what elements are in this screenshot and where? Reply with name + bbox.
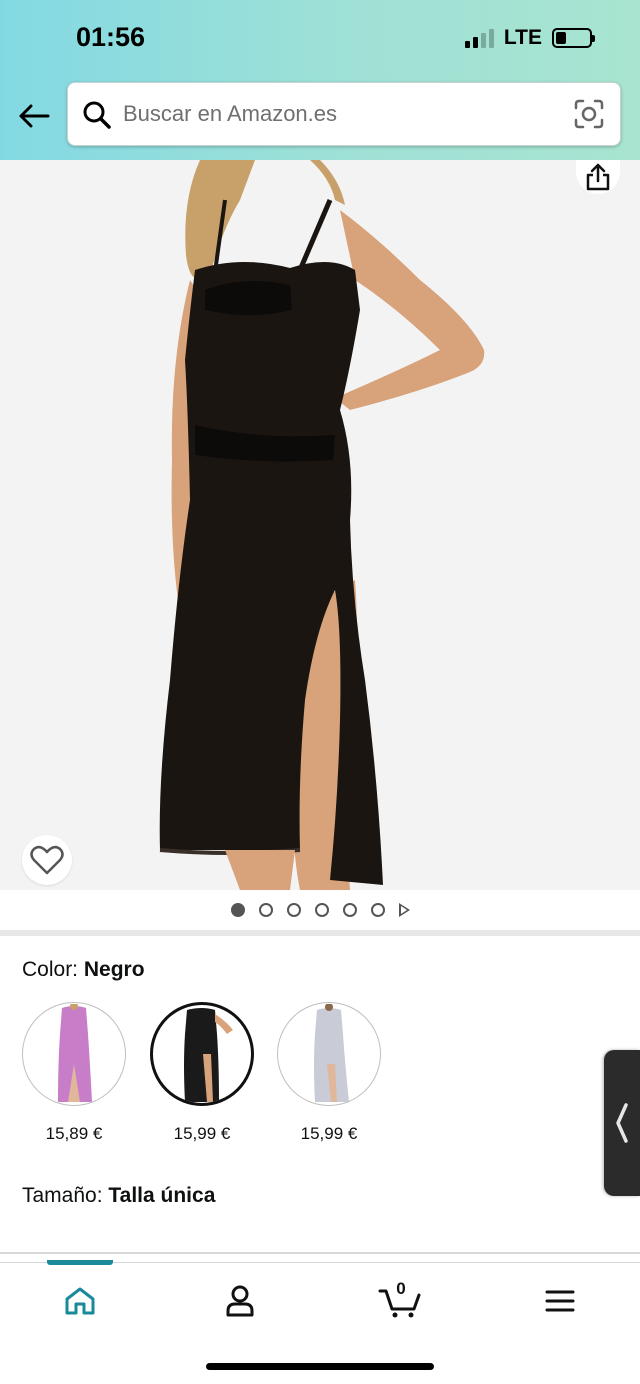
section-divider bbox=[0, 930, 640, 936]
image-carousel-indicator bbox=[0, 890, 640, 930]
user-icon bbox=[226, 1285, 254, 1317]
back-arrow-icon bbox=[19, 104, 50, 128]
color-swatch-pink[interactable]: 15,89 € bbox=[22, 1002, 126, 1144]
home-icon bbox=[65, 1287, 95, 1315]
nav-menu[interactable] bbox=[530, 1281, 590, 1321]
section-divider bbox=[0, 1252, 640, 1254]
nav-account[interactable] bbox=[210, 1281, 270, 1321]
back-button[interactable] bbox=[14, 98, 54, 134]
product-image-gallery[interactable] bbox=[0, 160, 640, 890]
color-swatch-silver[interactable]: 15,99 € bbox=[277, 1002, 381, 1144]
search-bar[interactable] bbox=[67, 82, 621, 146]
carousel-dot[interactable] bbox=[370, 903, 385, 917]
share-icon bbox=[586, 163, 610, 191]
color-label-prefix: Color: bbox=[22, 958, 84, 981]
color-swatch-black[interactable]: 15,99 € bbox=[150, 1002, 254, 1144]
selected-color: Negro bbox=[83, 958, 145, 981]
chevron-left-icon bbox=[616, 1103, 628, 1143]
color-label: Color: Negro bbox=[22, 958, 145, 982]
wishlist-button[interactable] bbox=[22, 835, 72, 885]
selected-size: Talla única bbox=[108, 1184, 216, 1207]
network-type: LTE bbox=[503, 26, 542, 49]
video-play-icon[interactable] bbox=[398, 903, 410, 917]
status-time: 01:56 bbox=[76, 22, 146, 52]
swatch-image[interactable] bbox=[277, 1002, 381, 1106]
carousel-dot[interactable] bbox=[230, 903, 245, 917]
carousel-dot[interactable] bbox=[286, 903, 301, 917]
swatch-price: 15,89 € bbox=[45, 1124, 103, 1143]
swatch-image[interactable] bbox=[150, 1002, 254, 1106]
carousel-dot[interactable] bbox=[314, 903, 329, 917]
size-label-prefix: Tamaño: bbox=[22, 1184, 109, 1207]
heart-icon bbox=[30, 845, 64, 875]
carousel-dot[interactable] bbox=[258, 903, 273, 917]
swatch-price: 15,99 € bbox=[300, 1124, 358, 1143]
size-label: Tamaño: Talla única bbox=[22, 1184, 215, 1208]
signal-icon bbox=[464, 28, 494, 48]
nav-home[interactable] bbox=[50, 1281, 110, 1321]
search-input[interactable] bbox=[123, 83, 553, 145]
home-indicator bbox=[206, 1363, 434, 1370]
camera-scan-icon[interactable] bbox=[574, 99, 604, 129]
nav-cart[interactable]: 0 bbox=[370, 1279, 430, 1321]
battery-icon bbox=[552, 28, 595, 48]
swatch-price: 15,99 € bbox=[173, 1124, 231, 1143]
hamburger-menu-icon bbox=[545, 1290, 575, 1312]
carousel-dot[interactable] bbox=[342, 903, 357, 917]
swatch-image[interactable] bbox=[22, 1002, 126, 1106]
search-icon bbox=[83, 101, 111, 129]
active-tab-indicator bbox=[47, 1260, 113, 1265]
bottom-navigation: 0 bbox=[0, 1260, 640, 1384]
product-image[interactable] bbox=[0, 160, 640, 890]
status-indicators: LTE bbox=[464, 26, 595, 50]
app-header: 01:56 LTE bbox=[0, 0, 640, 160]
cart-count: 0 bbox=[396, 1279, 406, 1298]
side-drawer-tab[interactable] bbox=[604, 1050, 640, 1196]
